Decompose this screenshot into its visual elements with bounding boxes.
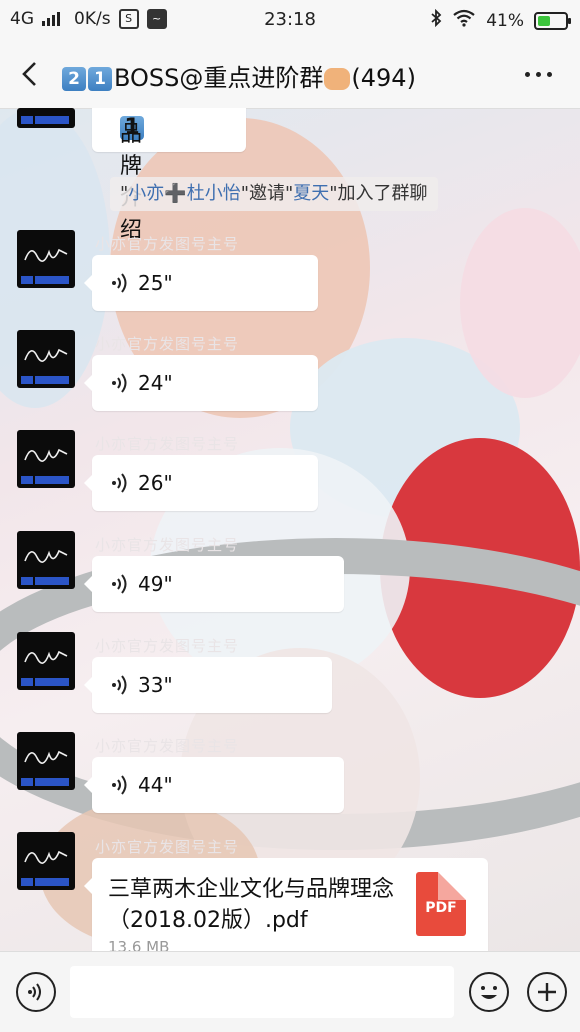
emoji-button[interactable] [469,972,509,1012]
chevron-left-icon [22,62,36,86]
status-bar: 4G 0K/s S ~ 23:18 41% [0,0,580,40]
chat-title: 2 1 BOSS@重点进阶群 (494) [62,58,416,93]
voice-message-bubble[interactable]: 26" [84,455,318,511]
keycap-2-emoji: 2 [62,67,86,91]
wifi-icon [452,9,476,32]
signature-logo-icon [24,248,68,262]
text-message-bubble[interactable]: 1品牌介绍 [92,108,246,243]
battery-icon [534,11,571,30]
voice-message-bubble[interactable]: 44" [84,757,344,813]
sender-name: 小亦官方发图号主号 [95,235,240,253]
voice-icon [28,983,41,1001]
voice-icon [112,775,127,795]
signature-logo-icon [24,448,68,462]
sender-name: 小亦官方发图号主号 [95,335,240,353]
more-button[interactable] [525,72,552,77]
emoji-icon [481,986,497,999]
back-button[interactable] [18,60,42,88]
voice-duration: 44" [138,773,173,797]
voice-duration: 24" [138,371,173,395]
avatar[interactable] [17,531,75,589]
avatar[interactable] [17,430,75,488]
more-dots-icon [525,72,530,77]
voice-message-bubble[interactable]: 49" [84,556,344,612]
user-link[interactable]: 小亦 [128,183,164,204]
more-actions-button[interactable] [527,972,567,1012]
member-count: (494) [351,64,416,92]
voice-input-button[interactable] [16,972,56,1012]
voice-icon [112,574,127,594]
voice-duration: 33" [138,673,173,697]
sender-name: 小亦官方发图号主号 [95,838,240,856]
signature-logo-icon [24,348,68,362]
voice-icon [112,473,127,493]
battery-percent: 41% [486,10,524,31]
pdf-file-icon: PDF [416,872,466,936]
voice-duration: 26" [138,471,173,495]
sender-name: 小亦官方发图号主号 [95,435,240,453]
user-link[interactable]: 夏天 [293,183,329,204]
avatar[interactable] [17,230,75,288]
avatar[interactable] [17,832,75,890]
voice-icon [112,273,127,293]
avatar[interactable] [17,632,75,690]
voice-duration: 49" [138,572,173,596]
plus-icon [538,983,556,1001]
chat-header: 2 1 BOSS@重点进阶群 (494) [0,40,580,109]
bluetooth-icon [430,8,442,32]
chat-background-photo [0,108,580,951]
message-input[interactable] [70,966,454,1018]
group-name: BOSS@重点进阶群 [114,64,324,92]
signature-logo-icon [24,549,68,563]
plus-emoji: ➕ [164,183,187,204]
avatar[interactable] [17,108,75,128]
avatar[interactable] [17,330,75,388]
file-name: 三草两木企业文化与品牌理念（2018.02版）.pdf [108,877,395,933]
input-bar [0,951,580,1032]
sender-name: 小亦官方发图号主号 [95,536,240,554]
avatar[interactable] [17,732,75,790]
system-join-message: "小亦➕杜小怡"邀请"夏天"加入了群聊 [110,177,438,211]
fist-emoji-icon [324,68,351,90]
voice-message-bubble[interactable]: 33" [84,657,332,713]
sender-name: 小亦官方发图号主号 [95,737,240,755]
voice-message-bubble[interactable]: 25" [84,255,318,311]
signature-logo-icon [24,750,68,764]
signature-logo-icon [24,850,68,864]
sender-name: 小亦官方发图号主号 [95,637,240,655]
voice-message-bubble[interactable]: 24" [84,355,318,411]
voice-icon [112,675,127,695]
voice-duration: 25" [138,271,173,295]
keycap-1-emoji: 1 [88,67,112,91]
signature-logo-icon [24,650,68,664]
user-link[interactable]: 杜小怡 [187,183,241,204]
voice-icon [112,373,127,393]
